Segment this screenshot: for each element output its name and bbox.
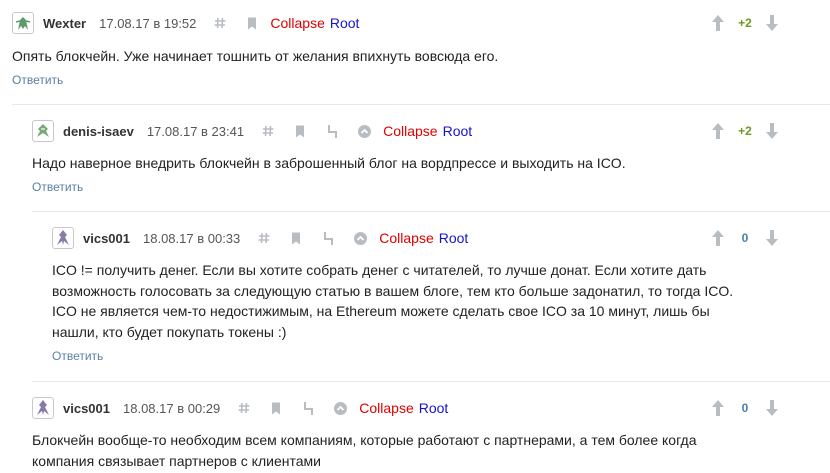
avatar[interactable] [32,120,54,142]
vote-down-arrow-icon[interactable] [765,122,779,140]
comment-text: ICO != получить денег. Если вы хотите со… [52,260,830,342]
comment: denis-isaev 17.08.17 в 23:41 Collapse Ro… [32,117,830,196]
bookmark-icon[interactable] [287,229,305,247]
hash-icon[interactable] [235,399,253,417]
collapse-link[interactable]: Collapse [379,230,433,246]
comment-text: Опять блокчейн. Уже начинает тошнить от … [12,48,499,64]
vote-controls: +2 [711,117,779,145]
scroll-up-icon[interactable] [355,122,373,140]
avatar[interactable] [32,397,54,419]
comment-text-line: компания связывает партнеров с клиентами [32,452,321,469]
vote-up-arrow-icon[interactable] [711,399,725,417]
reply-link[interactable]: Ответить [32,180,83,194]
comment-text-line: ICO != получить денег. Если вы хотите со… [52,262,707,278]
root-link[interactable]: Root [419,400,449,416]
timestamp[interactable]: 18.08.17 в 00:29 [123,401,220,416]
bookmark-icon[interactable] [291,122,309,140]
collapse-link[interactable]: Collapse [270,15,324,31]
parent-link-icon[interactable] [323,122,341,140]
parent-link-icon[interactable] [319,229,337,247]
bookmark-icon[interactable] [243,14,261,32]
vote-controls: +2 [711,9,779,37]
comment-text: Блокчейн вообще-то необходим всем компан… [32,430,830,471]
avatar[interactable] [12,12,34,34]
root-link[interactable]: Root [439,230,469,246]
timestamp[interactable]: 17.08.17 в 19:52 [99,16,196,31]
vote-score: 0 [741,401,749,415]
vote-up-arrow-icon[interactable] [711,229,725,247]
divider [32,381,830,382]
hash-icon[interactable] [211,14,229,32]
collapse-link[interactable]: Collapse [359,400,413,416]
collapse-link[interactable]: Collapse [383,123,437,139]
comment: vics001 18.08.17 в 00:33 Collapse Root 0… [52,224,830,365]
vote-down-arrow-icon[interactable] [765,399,779,417]
vote-score: +2 [738,124,752,138]
scroll-up-icon[interactable] [331,399,349,417]
avatar[interactable] [52,227,74,249]
vote-up-arrow-icon[interactable] [711,14,725,32]
bookmark-icon[interactable] [267,399,285,417]
hash-icon[interactable] [255,229,273,247]
comment-text-line: возможность голосовать за следующую стат… [52,282,734,299]
comment-text-line: нашли, кто будет покупать токены :) [52,323,287,340]
username[interactable]: denis-isaev [63,124,134,139]
divider [32,211,830,212]
username[interactable]: Wexter [43,16,86,31]
reply-link[interactable]: Ответить [12,73,63,87]
vote-down-arrow-icon[interactable] [765,14,779,32]
vote-score: +2 [738,16,752,30]
hash-icon[interactable] [259,122,277,140]
username[interactable]: vics001 [83,231,130,246]
username[interactable]: vics001 [63,401,110,416]
root-link[interactable]: Root [443,123,473,139]
divider [12,104,830,105]
root-link[interactable]: Root [330,15,360,31]
timestamp[interactable]: 18.08.17 в 00:33 [143,231,240,246]
parent-link-icon[interactable] [299,399,317,417]
comment-header: Wexter 17.08.17 в 19:52 Collapse Root [12,9,830,37]
vote-down-arrow-icon[interactable] [765,229,779,247]
vote-controls: 0 [711,394,779,422]
reply-link[interactable]: Ответить [52,349,103,363]
comment-text: Надо наверное внедрить блокчейн в заброш… [32,155,626,171]
vote-score: 0 [741,231,749,245]
vote-controls: 0 [711,224,779,252]
scroll-up-icon[interactable] [351,229,369,247]
comment: Wexter 17.08.17 в 19:52 Collapse Root +2… [12,9,830,89]
comment-text-line: ICO не является чем-то недостижимым, на … [52,303,710,319]
comment-text-line: Блокчейн вообще-то необходим всем компан… [32,432,697,448]
comment: vics001 18.08.17 в 00:29 Collapse Root 0… [32,394,830,471]
timestamp[interactable]: 17.08.17 в 23:41 [147,124,244,139]
vote-up-arrow-icon[interactable] [711,122,725,140]
